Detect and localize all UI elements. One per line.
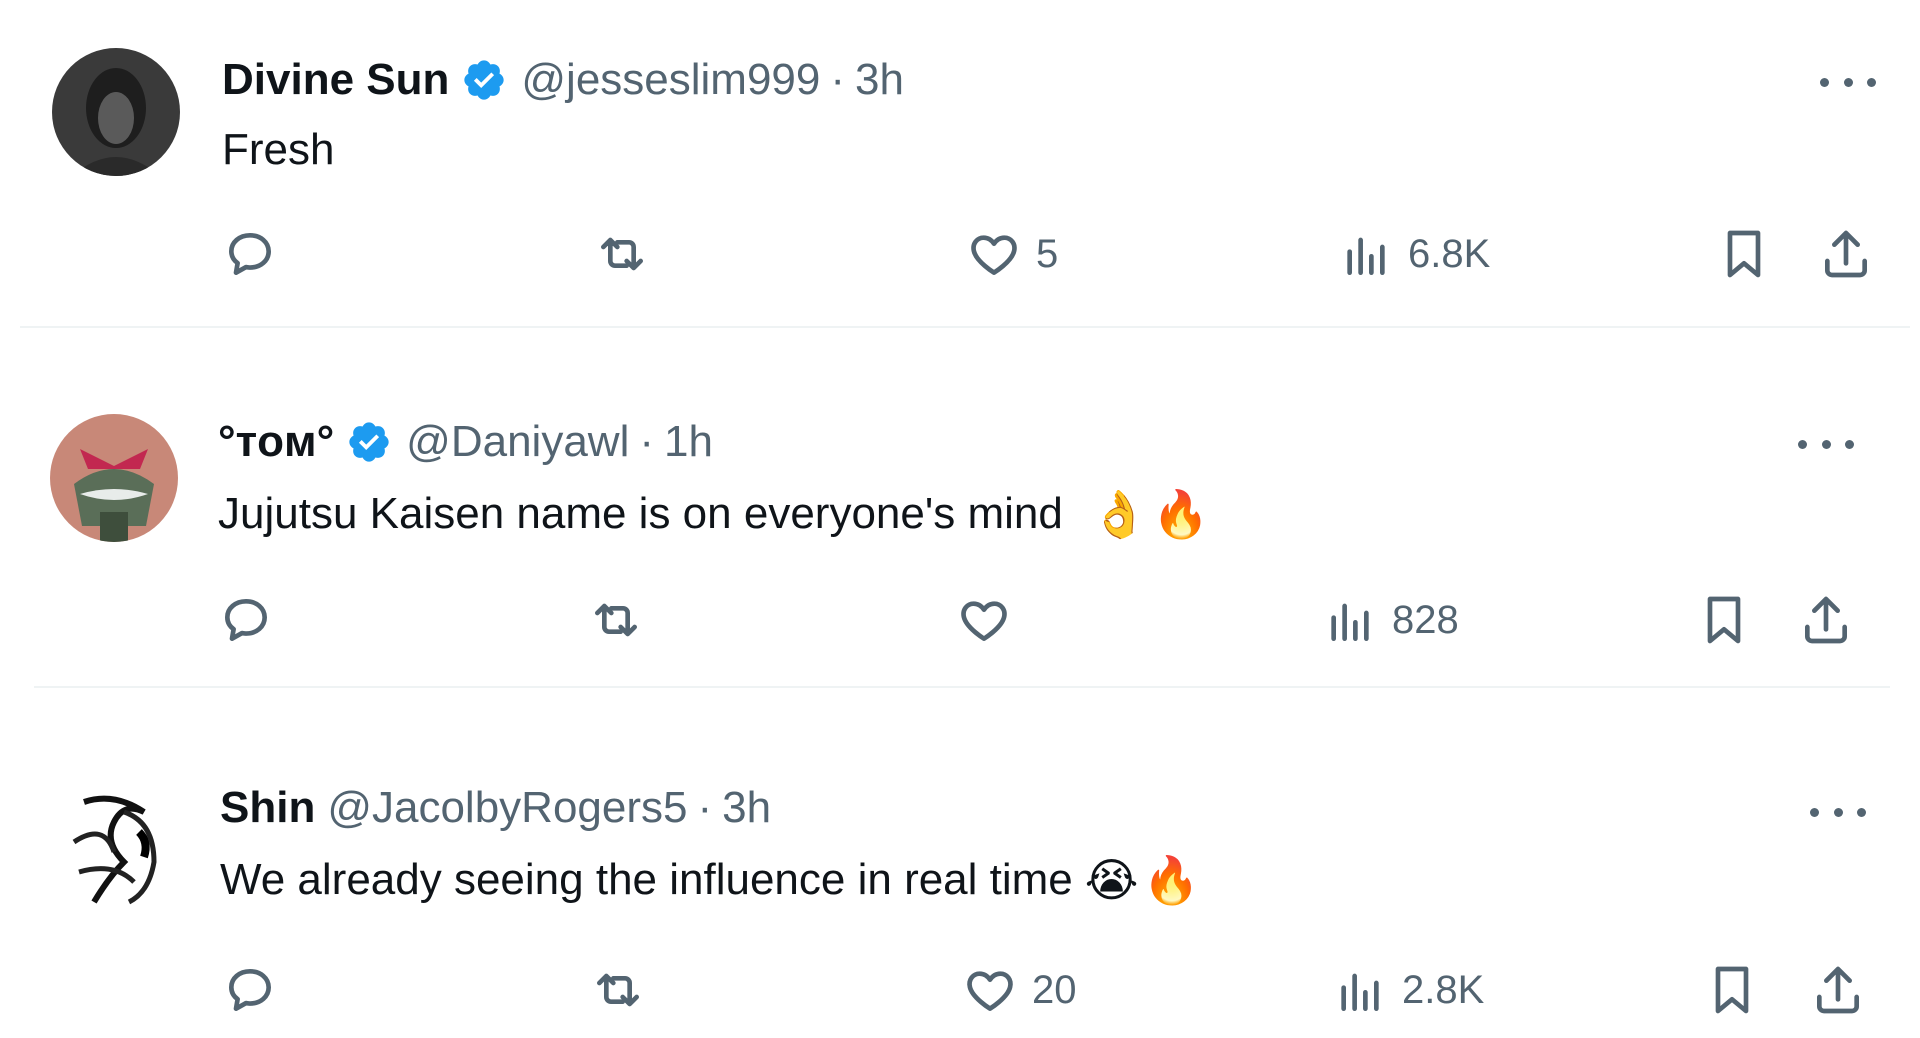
user-handle[interactable]: @Daniyawl — [406, 416, 629, 468]
display-name[interactable]: °ᴛᴏᴍ° — [218, 416, 334, 468]
like-count: 5 — [1036, 231, 1059, 276]
heart-icon — [971, 235, 1017, 275]
more-options-icon[interactable] — [1810, 802, 1866, 822]
verified-badge-icon — [346, 419, 392, 465]
retweet-icon — [595, 603, 637, 637]
tweet-body: We already seeing the influence in real … — [220, 855, 1073, 904]
separator-dot: · — [697, 783, 713, 832]
retweet-button[interactable] — [588, 592, 644, 648]
dark-portrait-avatar-icon — [52, 48, 180, 176]
views-button[interactable]: 828 — [1322, 592, 1459, 648]
more-options-icon[interactable] — [1798, 434, 1854, 454]
display-name[interactable]: Divine Sun — [222, 54, 449, 106]
divider — [20, 326, 1910, 328]
tweet[interactable]: °ᴛᴏᴍ° @Daniyawl · 1h Jujutsu Kaisen name… — [0, 330, 1920, 690]
share-icon — [1805, 596, 1847, 644]
view-count: 6.8K — [1408, 231, 1491, 276]
bookmark-button[interactable] — [1716, 226, 1772, 282]
views-button[interactable]: 2.8K — [1332, 962, 1484, 1018]
reply-icon — [229, 233, 271, 275]
tweet-body: Jujutsu Kaisen name is on everyone's min… — [218, 489, 1063, 538]
reply-feed: Divine Sun @jesseslim999 · 3h Fresh 5 6.… — [0, 0, 1920, 1038]
reply-icon — [225, 599, 267, 641]
user-handle[interactable]: @jesseslim999 — [521, 54, 820, 106]
views-icon — [1341, 973, 1379, 1011]
views-button[interactable]: 6.8K — [1338, 226, 1490, 282]
like-count: 20 — [1032, 967, 1077, 1012]
avatar[interactable] — [54, 782, 182, 910]
divider — [34, 686, 1890, 688]
separator-dot: · — [639, 417, 655, 466]
heart-icon — [961, 601, 1007, 641]
separator-dot: · — [830, 55, 846, 104]
view-count: 828 — [1392, 597, 1459, 642]
share-icon — [1825, 230, 1867, 278]
share-button[interactable] — [1818, 226, 1874, 282]
tweet-text: Jujutsu Kaisen name is on everyone's min… — [218, 488, 1209, 540]
like-button[interactable]: 5 — [966, 226, 1058, 282]
avatar[interactable] — [52, 48, 180, 176]
bookmark-button[interactable] — [1704, 962, 1760, 1018]
tweet[interactable]: Shin @JacolbyRogers5 · 3h We already see… — [0, 690, 1920, 1038]
emoji: 😭 — [1084, 853, 1139, 907]
retweet-icon — [601, 237, 643, 271]
emoji: 🔥 — [1152, 487, 1210, 541]
like-button[interactable] — [956, 592, 1012, 648]
share-icon — [1817, 966, 1859, 1014]
views-icon — [1347, 237, 1385, 275]
anime-character-avatar-icon — [50, 414, 178, 542]
avatar[interactable] — [50, 414, 178, 542]
share-button[interactable] — [1810, 962, 1866, 1018]
timestamp[interactable]: 3h — [722, 782, 771, 834]
bookmark-icon — [1727, 230, 1761, 278]
reply-button[interactable] — [222, 962, 278, 1018]
emoji: 🔥 — [1142, 853, 1200, 907]
tweet-text: We already seeing the influence in real … — [220, 854, 1200, 906]
bookmark-icon — [1715, 966, 1749, 1014]
retweet-button[interactable] — [590, 962, 646, 1018]
reply-icon — [229, 969, 271, 1011]
emoji: 👌 — [1090, 487, 1149, 541]
timestamp[interactable]: 1h — [664, 416, 713, 468]
timestamp[interactable]: 3h — [855, 54, 904, 106]
bookmark-button[interactable] — [1696, 592, 1752, 648]
tweet-body: Fresh — [222, 125, 335, 174]
display-name[interactable]: Shin — [220, 782, 315, 834]
more-options-icon[interactable] — [1820, 72, 1876, 92]
like-button[interactable]: 20 — [962, 962, 1077, 1018]
retweet-button[interactable] — [594, 226, 650, 282]
bookmark-icon — [1707, 596, 1741, 644]
share-button[interactable] — [1798, 592, 1854, 648]
heart-icon — [967, 971, 1013, 1011]
reply-button[interactable] — [222, 226, 278, 282]
verified-badge-icon — [461, 57, 507, 103]
user-handle[interactable]: @JacolbyRogers5 — [327, 782, 687, 834]
retweet-icon — [597, 973, 639, 1007]
reply-button[interactable] — [218, 592, 274, 648]
tweet[interactable]: Divine Sun @jesseslim999 · 3h Fresh 5 6.… — [0, 0, 1920, 330]
views-icon — [1331, 603, 1369, 641]
view-count: 2.8K — [1402, 967, 1485, 1012]
tweet-text: Fresh — [222, 124, 334, 176]
sketch-character-avatar-icon — [54, 782, 182, 910]
